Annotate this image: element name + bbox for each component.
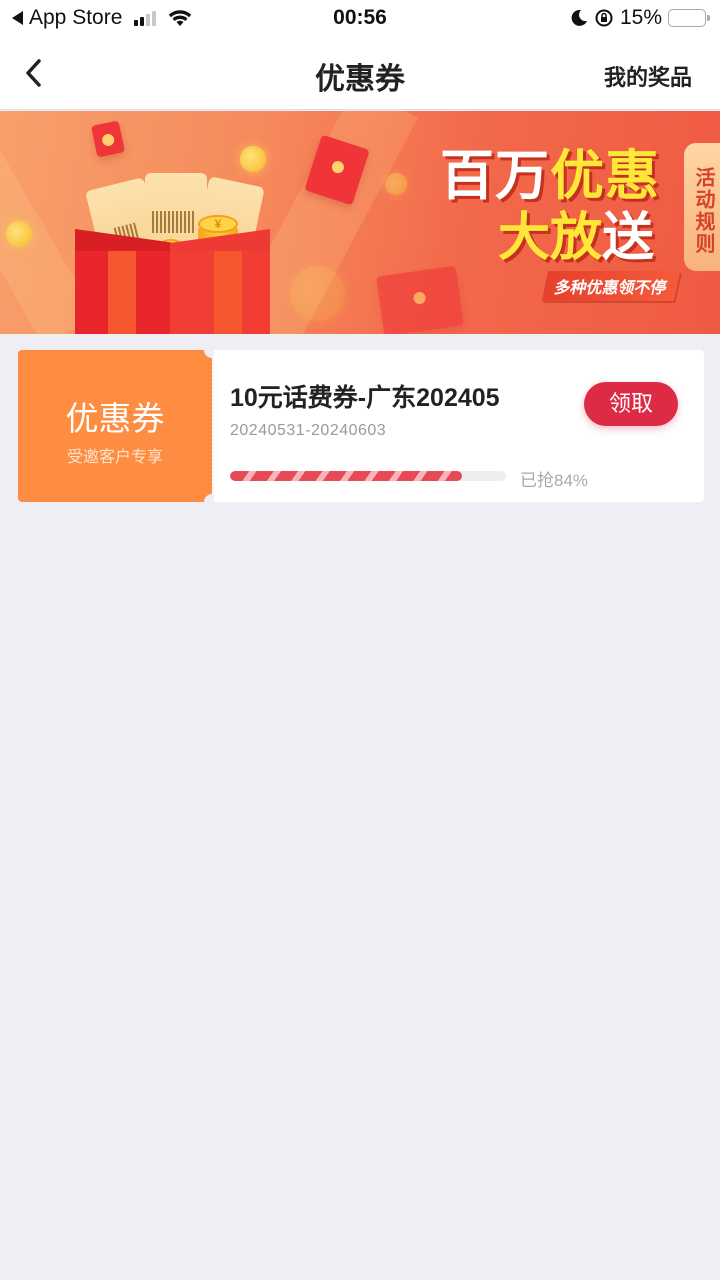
coupon-type-label: 优惠券 <box>65 400 165 437</box>
coupon-validity-dates: 20240531-20240603 <box>230 422 387 439</box>
light-orb <box>290 266 345 321</box>
banner-headline-line2: 大放送 <box>498 209 654 267</box>
red-envelope-icon <box>90 120 126 158</box>
coupon-card: 优惠券 受邀客户专享 10元话费券-广东202405 20240531-2024… <box>18 342 708 510</box>
headline-text: 优惠 <box>550 144 660 207</box>
activity-rules-button[interactable]: 活动规则 <box>684 143 720 271</box>
claimed-percent: 已抢84% <box>520 471 589 490</box>
rotation-lock-icon <box>595 9 613 27</box>
headline-text: 百万 <box>440 144 550 207</box>
battery-percent: 15% <box>619 6 662 29</box>
coin-icon <box>240 146 266 172</box>
claim-progress-fill <box>230 471 462 481</box>
coupon-body: 10元话费券-广东202405 20240531-20240603 已抢84% … <box>214 350 708 502</box>
my-prizes-link[interactable]: 我的奖品 <box>604 60 692 92</box>
headline-text: 大放 <box>498 208 603 268</box>
headline-text: 送 <box>602 208 655 268</box>
banner-tagline: 多种优惠领不停 <box>541 271 681 301</box>
claim-button[interactable]: 领取 <box>584 382 678 426</box>
promo-banner[interactable]: ¥ ¥ ¥ 百万优惠 大放送 多种优惠领不停 活动规则 <box>0 111 720 334</box>
coupon-title: 10元话费券-广东202405 <box>230 384 500 412</box>
status-bar: App Store 00:56 15% <box>0 0 720 38</box>
coin-icon: ¥ <box>198 215 238 233</box>
coupon-sub-label: 受邀客户专享 <box>66 449 163 466</box>
battery-icon <box>668 9 710 27</box>
coin-icon <box>6 221 32 247</box>
status-indicators: 15% <box>570 6 710 30</box>
barcode <box>152 211 194 233</box>
light-orb <box>385 173 407 195</box>
claim-progress-bar <box>230 471 506 481</box>
do-not-disturb-moon-icon <box>571 9 587 26</box>
navigation-bar: 优惠券 我的奖品 <box>0 38 720 110</box>
gift-ribbon <box>108 251 136 334</box>
gift-ribbon <box>214 251 242 334</box>
red-envelope-icon <box>376 265 464 334</box>
banner-headline-line1: 百万优惠 <box>440 147 660 205</box>
coupon-stub: 优惠券 受邀客户专享 <box>18 350 214 502</box>
scalloped-edge <box>700 350 708 502</box>
